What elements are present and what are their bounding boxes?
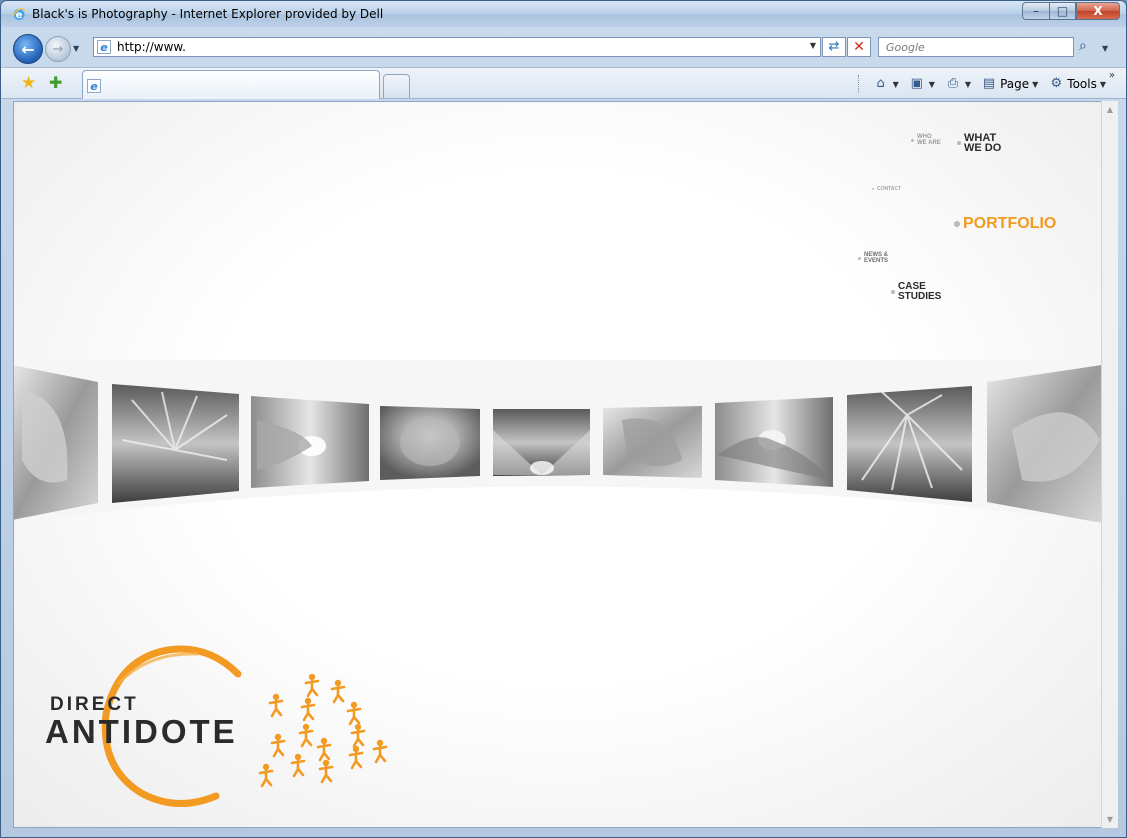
window-title: Black's is Photography - Internet Explor… (32, 7, 384, 21)
scroll-up-arrow-icon[interactable]: ▲ (1102, 101, 1118, 118)
page-dropdown-icon: ▼ (1032, 79, 1039, 89)
address-text[interactable]: http://www. (117, 40, 186, 54)
forward-button[interactable]: → (45, 36, 71, 62)
carousel-photo-5[interactable] (493, 409, 590, 476)
tab-current[interactable]: e (82, 70, 380, 99)
more-tools-icon[interactable]: » (1109, 70, 1115, 81)
carousel-photo-9[interactable] (987, 365, 1101, 523)
bullet-icon (954, 220, 960, 227)
scroll-down-arrow-icon[interactable]: ▼ (1102, 811, 1118, 828)
search-placeholder: Google (886, 41, 925, 54)
history-dropdown-icon[interactable]: ▼ (73, 44, 79, 53)
nav-news-events[interactable]: NEWS & EVENTS (858, 252, 889, 264)
bullet-icon (872, 187, 874, 190)
address-dropdown-icon[interactable]: ▼ (810, 41, 816, 50)
nav-portfolio-label: PORTFOLIO (963, 215, 1057, 232)
tools-gear-icon: ⚙ (1050, 76, 1063, 91)
page-menu[interactable]: ▤ Page ▼ (981, 76, 1044, 92)
print-dropdown-icon[interactable]: ▼ (965, 80, 971, 89)
tools-menu-label: Tools (1067, 77, 1097, 91)
minimize-button[interactable]: – (1022, 2, 1049, 20)
title-bar: e Black's is Photography - Internet Expl… (1, 1, 1126, 27)
bullet-icon (858, 257, 861, 261)
svg-text:e: e (100, 41, 108, 54)
window-controls: – □ X (1022, 2, 1120, 21)
page-menu-label: Page (1000, 77, 1030, 91)
toolbar-grip[interactable] (857, 75, 861, 93)
page-favicon-icon: e (97, 40, 111, 54)
feeds-dropdown-icon[interactable]: ▼ (929, 80, 935, 89)
nav-case-studies[interactable]: CASE STUDIES (891, 282, 941, 301)
carousel-photo-2[interactable] (112, 384, 239, 503)
nav-contact[interactable]: CONTACT (872, 187, 901, 192)
carousel-photo-7[interactable] (715, 397, 833, 487)
tab-favicon-icon: e (87, 79, 101, 93)
vertical-scrollbar[interactable]: ▲ ▼ (1101, 101, 1118, 828)
feeds-icon[interactable]: ▣ (909, 76, 925, 92)
nav-contact-label: CONTACT (877, 186, 902, 192)
search-icon[interactable]: ⌕ (1079, 38, 1087, 54)
nav-portfolio[interactable]: PORTFOLIO (954, 215, 1057, 232)
carousel-photo-8[interactable] (847, 386, 972, 502)
carousel-photo-6[interactable] (603, 406, 702, 478)
maximize-button[interactable]: □ (1049, 2, 1076, 20)
refresh-button[interactable]: ⇄ (822, 37, 846, 57)
address-bar[interactable]: e http://www. ▼ (93, 37, 821, 57)
carousel-photo-3[interactable] (251, 396, 369, 488)
svg-text:e: e (90, 80, 98, 93)
bullet-icon (891, 289, 895, 294)
home-dropdown-icon[interactable]: ▼ (893, 80, 899, 89)
favorites-star-icon[interactable]: ★ (21, 73, 36, 93)
add-favorites-icon[interactable]: ✚ (49, 73, 62, 92)
print-icon[interactable]: ⎙ (945, 76, 961, 92)
search-input[interactable]: Google (878, 37, 1074, 57)
page-icon: ▤ (982, 76, 996, 91)
web-page: WHO WE ARE WHAT WE DO CONTACT PORTFOLIO NE… (13, 101, 1101, 828)
home-icon[interactable]: ⌂ (873, 76, 889, 92)
nav-what-we-do[interactable]: WHAT WE DO (957, 133, 1001, 154)
logo-text-antidote: ANTIDOTE (45, 713, 238, 750)
bullet-icon (911, 139, 914, 143)
navigation-bar: ← → ▼ e http://www. ▼ ⇄ ✕ Google ⌕ ▼ (1, 27, 1126, 67)
nav-what-line2: WE DO (964, 142, 1002, 155)
tools-menu[interactable]: ⚙ Tools ▼ (1048, 76, 1112, 92)
close-button[interactable]: X (1076, 2, 1120, 20)
command-bar: ★ ✚ e ⌂ ▼ ▣ ▼ ⎙ ▼ ▤ Page ▼ ⚙ Tools ▼ » (1, 67, 1126, 99)
nav-case-line2: STUDIES (898, 290, 942, 302)
bullet-icon (957, 141, 961, 146)
nav-who-line2: WE ARE (917, 139, 941, 146)
logo-people-icon (258, 672, 388, 788)
nav-news-line2: EVENTS (864, 257, 889, 264)
photo-carousel (13, 360, 1101, 523)
carousel-photo-1[interactable] (13, 365, 98, 520)
new-tab-button[interactable] (383, 74, 410, 98)
command-tools: ⌂ ▼ ▣ ▼ ⎙ ▼ ▤ Page ▼ ⚙ Tools ▼ (857, 74, 1112, 94)
nav-who-we-are[interactable]: WHO WE ARE (911, 134, 941, 146)
browser-window: e Black's is Photography - Internet Expl… (0, 0, 1127, 838)
ie-logo-icon: e (12, 8, 26, 21)
tools-dropdown-icon: ▼ (1099, 79, 1106, 89)
back-button[interactable]: ← (13, 34, 43, 64)
search-options-icon[interactable]: ▼ (1102, 44, 1108, 53)
carousel-photo-4[interactable] (380, 406, 480, 480)
stop-button[interactable]: ✕ (847, 37, 871, 57)
